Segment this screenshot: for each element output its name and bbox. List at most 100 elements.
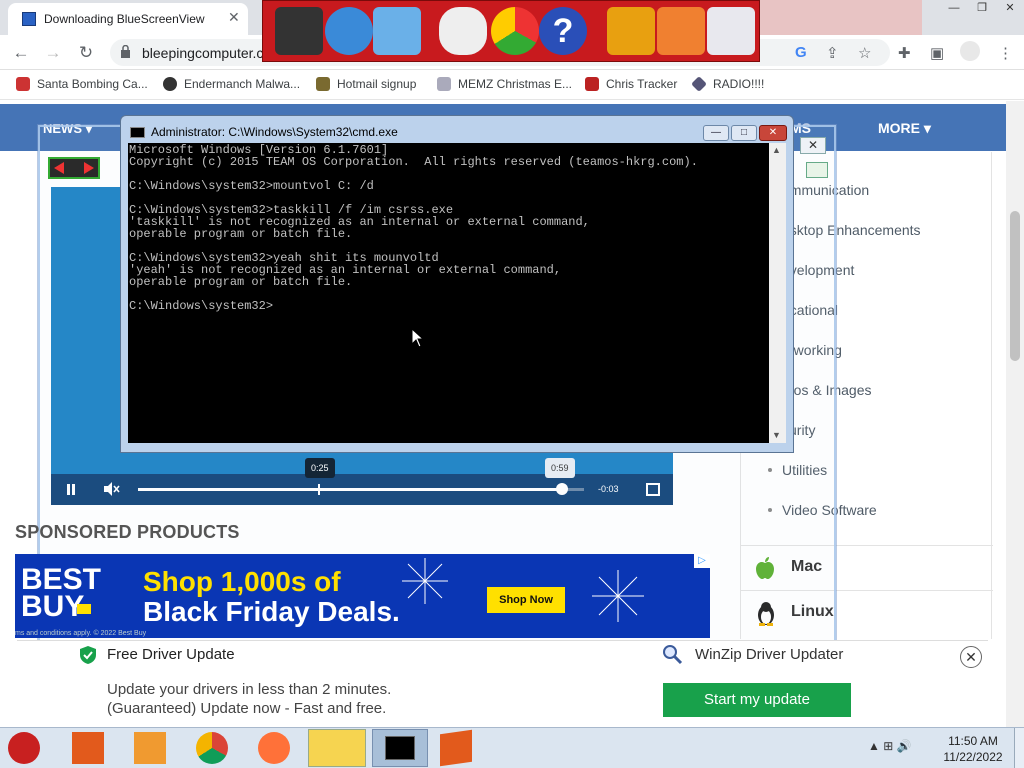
shop-now-button[interactable]: Shop Now: [487, 587, 565, 613]
tracker-icon: [585, 77, 599, 91]
cmd-line: operable program or batch file.: [129, 275, 353, 289]
restore-button[interactable]: ❐: [968, 0, 996, 18]
profile-avatar-icon[interactable]: [960, 41, 980, 61]
adchoices-icon[interactable]: ▷: [694, 554, 710, 568]
forward-arrow-icon[interactable]: →: [42, 43, 64, 63]
cmd-maximize-button[interactable]: □: [731, 125, 757, 141]
flag-app-icon[interactable]: [440, 729, 472, 767]
recycle-bin-icon[interactable]: [707, 7, 755, 55]
ad-headline-1: Shop 1,000s of: [143, 566, 341, 597]
bug-icon: [163, 77, 177, 91]
winzip-label: WinZip Driver Updater: [695, 646, 844, 663]
driver-title: Free Driver Update: [107, 646, 235, 663]
firefox-icon[interactable]: [258, 732, 290, 764]
lock-icon: [121, 45, 130, 58]
show-desktop-button[interactable]: [1014, 728, 1024, 768]
driver-close-icon[interactable]: ✕: [960, 646, 982, 668]
snowman-icon[interactable]: [439, 7, 487, 55]
search-icon[interactable]: [806, 162, 828, 178]
bookmark-item[interactable]: MEMZ Christmas E...: [437, 77, 572, 91]
diamond-icon: [691, 76, 707, 92]
pie-chart-icon[interactable]: [491, 7, 539, 55]
app-window-icon[interactable]: [308, 729, 366, 767]
santa-icon: [16, 77, 30, 91]
cmd-close-button[interactable]: ✕: [759, 125, 787, 141]
cmd-title: Administrator: C:\Windows\System32\cmd.e…: [151, 125, 398, 139]
bookmark-item[interactable]: RADIO!!!!: [691, 76, 764, 92]
cmd-line: C:\Windows\system32>mountvol C: /d: [129, 179, 374, 193]
back-arrow-icon[interactable]: ←: [10, 43, 32, 63]
clock-time: 11:50 AM: [948, 734, 998, 748]
display-icon[interactable]: [373, 7, 421, 55]
cmd-taskbar-icon: [385, 736, 415, 760]
driver-line-1: Update your drivers in less than 2 minut…: [107, 681, 392, 698]
sparkle-icon: [592, 570, 644, 622]
system-tray[interactable]: ▲ ⊞ 🔊: [868, 739, 912, 753]
google-icon[interactable]: G: [795, 44, 807, 61]
browser-tab[interactable]: Downloading BlueScreenView ✕: [8, 3, 248, 35]
extensions-icon[interactable]: ✚: [898, 44, 911, 62]
festive-icon-bar: ?: [262, 0, 760, 62]
cmd-minimize-button[interactable]: —: [703, 125, 729, 141]
share-icon[interactable]: ⇪: [826, 44, 839, 62]
bookmark-item[interactable]: Hotmail signup: [316, 77, 416, 91]
memz-icon: [437, 77, 451, 91]
cmd-line: C:\Windows\system32>: [129, 299, 274, 313]
media-player-icon[interactable]: [134, 732, 166, 764]
bookmark-star-icon[interactable]: ☆: [858, 44, 871, 62]
globe-icon[interactable]: [325, 7, 373, 55]
tab-close-icon[interactable]: ✕: [228, 9, 240, 26]
ad-headline-2: Black Friday Deals.: [143, 596, 400, 627]
magnifier-icon: [663, 645, 683, 665]
cmd-task-button[interactable]: [372, 729, 428, 767]
bookmark-item[interactable]: Chris Tracker: [585, 77, 677, 91]
menu-dots-icon[interactable]: ⋮: [998, 44, 1013, 62]
sponsored-heading: SPONSORED PRODUCTS: [15, 522, 240, 542]
driver-update-banner: Free Driver Update Update your drivers i…: [17, 640, 988, 727]
ghost-window-close-button[interactable]: ✕: [800, 137, 826, 154]
close-button[interactable]: ✕: [996, 0, 1024, 18]
scroll-up-icon[interactable]: ▲: [772, 145, 781, 155]
nav-more[interactable]: MORE ▾: [878, 120, 931, 137]
cmd-scrollbar[interactable]: ▲ ▼: [769, 143, 786, 443]
cmd-line: Copyright (c) 2015 TEAM OS Corporation. …: [129, 155, 698, 169]
cmd-output: Microsoft Windows [Version 6.1.7601] Copy…: [129, 144, 698, 312]
tab-favicon-icon: [22, 12, 36, 26]
start-santa-icon[interactable]: [8, 732, 40, 764]
page-scroll-thumb[interactable]: [1010, 211, 1020, 361]
scroll-down-icon[interactable]: ▼: [772, 430, 781, 440]
shield-check-icon: [80, 646, 96, 664]
url-text: bleepingcomputer.c: [142, 45, 264, 61]
clock-date: 11/22/2022: [943, 750, 1003, 764]
snow-decoration: [760, 0, 922, 35]
tab-title: Downloading BlueScreenView: [44, 12, 205, 26]
driver-line-2: (Guaranteed) Update now - Fast and free.: [107, 700, 387, 717]
browser-window-controls: — ❐ ✕: [940, 0, 1024, 18]
cmd-line: operable program or batch file.: [129, 227, 353, 241]
figure-icon: [316, 77, 330, 91]
minimize-button[interactable]: —: [940, 0, 968, 18]
chrome-icon[interactable]: [196, 732, 228, 764]
bestbuy-ad-banner[interactable]: BEST BUY Shop 1,000s of Black Friday Deal…: [15, 554, 710, 638]
ad-fine-print: ms and conditions apply. © 2022 Best Buy: [15, 630, 147, 637]
bookmark-item[interactable]: Endermanch Malwa...: [163, 77, 300, 91]
taskbar: ▲ ⊞ 🔊 11:50 AM 11/22/2022: [0, 727, 1024, 768]
santa-computer-icon[interactable]: [275, 7, 323, 55]
side-panel-icon[interactable]: ▣: [930, 44, 944, 62]
bestbuy-tag-icon: [77, 604, 91, 614]
sparkle-icon: [402, 558, 448, 604]
taskbar-clock[interactable]: 11:50 AM 11/22/2022: [936, 733, 1010, 765]
reload-icon[interactable]: ↻: [75, 43, 97, 63]
start-update-button[interactable]: Start my update: [663, 683, 851, 717]
page-scrollbar[interactable]: [1006, 101, 1024, 727]
bookmark-item[interactable]: Santa Bombing Ca...: [16, 77, 148, 91]
cmd-title-icon: [130, 127, 145, 138]
left-right-arrows-icon[interactable]: [48, 157, 100, 179]
folder-icon[interactable]: [657, 7, 705, 55]
bookmarks-bar: Santa Bombing Ca... Endermanch Malwa... …: [0, 70, 1024, 100]
files-icon[interactable]: [72, 732, 104, 764]
cmd-console[interactable]: Microsoft Windows [Version 6.1.7601] Copy…: [128, 143, 769, 443]
help-icon[interactable]: ?: [539, 7, 587, 55]
mouse-cursor-icon: [411, 328, 424, 348]
gift-icon[interactable]: [607, 7, 655, 55]
